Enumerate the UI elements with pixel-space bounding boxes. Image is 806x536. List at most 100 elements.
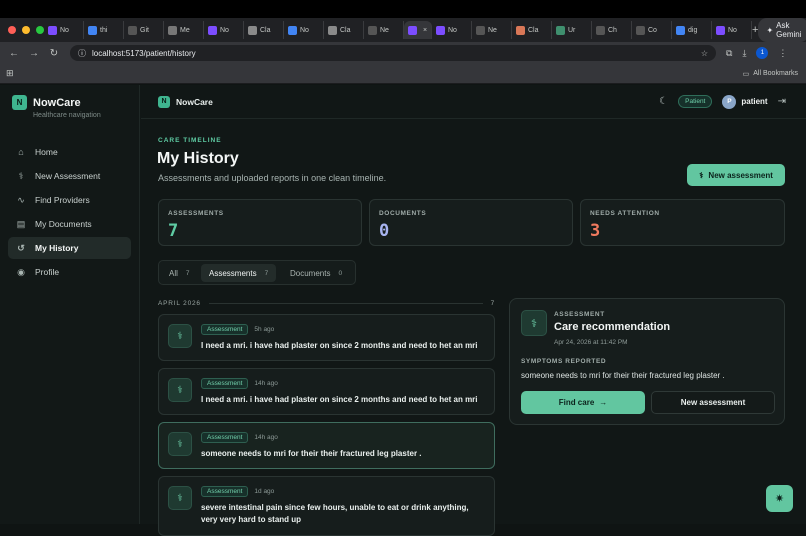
app-header: N NowCare ☾ Patient P patient ⇥ [141, 85, 806, 119]
filter-documents[interactable]: Documents 0 [282, 264, 350, 282]
chatgpt-favicon [368, 25, 377, 35]
close-window-dot[interactable] [8, 26, 16, 34]
sidebar-item-label: Profile [35, 267, 60, 277]
browser-tab[interactable]: Ne [472, 21, 512, 39]
browser-tab[interactable]: No [284, 21, 324, 39]
close-tab-icon[interactable]: × [423, 27, 427, 34]
sidebar-brand[interactable]: N NowCare [12, 95, 81, 110]
site-info-icon[interactable]: ⓘ [78, 48, 86, 59]
browser-tab[interactable]: Ch [592, 21, 632, 39]
browser-tab[interactable]: No [432, 21, 472, 39]
sidebar-item-profile[interactable]: ◉ Profile [8, 261, 131, 283]
entry-text: severe intestinal pain since few hours, … [201, 503, 469, 524]
help-favicon [168, 25, 177, 35]
tab-label: No [728, 26, 737, 34]
username: patient [741, 97, 768, 106]
browser-tab-active[interactable]: × [404, 21, 432, 39]
entry-type-badge: Assessment [201, 486, 249, 497]
claude-favicon [328, 25, 337, 35]
apps-grid-icon[interactable]: ⊞ [6, 68, 14, 79]
logout-icon[interactable]: ⇥ [778, 96, 786, 107]
system-top-bar [0, 0, 806, 18]
nowcare-favicon [436, 25, 445, 35]
folder-icon: ▭ [742, 70, 750, 78]
header-brand-name: NowCare [176, 96, 213, 107]
browser-profile-avatar[interactable]: 1 [756, 47, 769, 59]
history-icon: ↺ [17, 243, 25, 253]
timeline-entry[interactable]: ⚕ Assessment 5h ago I need a mri. i have ha… [158, 314, 495, 361]
all-bookmarks-label: All Bookmarks [753, 70, 798, 77]
filter-assessments[interactable]: Assessments 7 [201, 264, 277, 282]
minimize-window-dot[interactable] [22, 26, 30, 34]
maximize-window-dot[interactable] [36, 26, 44, 34]
sidebar-item-my-documents[interactable]: ▤ My Documents [8, 213, 131, 235]
browser-tab[interactable]: dig [672, 21, 712, 39]
filter-all[interactable]: All 7 [161, 264, 198, 282]
assistant-fab[interactable]: ✷ [766, 485, 793, 512]
bookmark-star-icon[interactable]: ☆ [701, 49, 708, 58]
stat-card-needs-attention: NEEDS ATTENTION 3 [580, 199, 785, 246]
nowcare-favicon [716, 25, 725, 35]
stethoscope-icon: ⚕ [168, 486, 192, 510]
entry-meta: Assessment 14h ago [201, 378, 278, 389]
user-menu[interactable]: P patient [722, 94, 768, 109]
tab-label: No [300, 26, 309, 34]
timeline-entry[interactable]: ⚕ Assessment 14h ago someone needs to mri f… [158, 422, 495, 469]
browser-tab[interactable]: No [712, 21, 752, 39]
month-label: APRIL 2026 [158, 299, 201, 307]
sidebar-item-label: Find Providers [35, 195, 90, 205]
ask-gemini-button[interactable]: ✦ Ask Gemini [758, 18, 806, 42]
filter-count: 0 [338, 269, 343, 277]
header-actions: ☾ Patient P patient ⇥ [659, 94, 786, 109]
menu-icon[interactable]: ⋮ [778, 48, 787, 59]
browser-tab[interactable]: No [204, 21, 244, 39]
stat-value: 7 [168, 221, 179, 241]
all-bookmarks-button[interactable]: ▭ All Bookmarks [743, 70, 798, 78]
sidebar-item-find-providers[interactable]: ∿ Find Providers [8, 189, 131, 211]
find-care-button[interactable]: Find care → [521, 391, 645, 414]
sidebar-item-new-assessment[interactable]: ⚕ New Assessment [8, 165, 131, 187]
tab-label: No [448, 26, 457, 34]
page-eyebrow: CARE TIMELINE [158, 137, 222, 144]
nowcare-logo: N [12, 95, 27, 110]
browser-tab[interactable]: Git [124, 21, 164, 39]
entry-time: 5h ago [254, 326, 275, 333]
browser-tab[interactable]: Cla [244, 21, 284, 39]
browser-tab[interactable]: Cla [512, 21, 552, 39]
download-icon[interactable]: ⤓ [742, 48, 746, 59]
tab-label: Cla [528, 26, 539, 34]
browser-tab[interactable]: thi [84, 21, 124, 39]
browser-tab[interactable]: No [44, 21, 84, 39]
timeline-entry[interactable]: ⚕ Assessment 14h ago I need a mri. i have h… [158, 368, 495, 415]
browser-tab[interactable]: Ur [552, 21, 592, 39]
tab-strip: No thi Git Me No Cla No Cla Ne × No Ne Cla Ur Ch Co dig N… [0, 18, 806, 42]
new-assessment-button[interactable]: ⚕ New assessment [687, 164, 785, 186]
sidebar-item-my-history[interactable]: ↺ My History [8, 237, 131, 259]
browser-tab[interactable]: Ne [364, 21, 404, 39]
chatgpt-favicon [476, 25, 485, 35]
detail-new-assessment-button[interactable]: New assessment [651, 391, 775, 414]
sidebar-item-home[interactable]: ⌂ Home [8, 141, 131, 163]
timeline-entry[interactable]: ⚕ Assessment 1d ago severe intestinal pain … [158, 476, 495, 536]
url-text: localhost:5173/patient/history [92, 48, 196, 58]
theme-toggle-moon-icon[interactable]: ☾ [659, 96, 668, 107]
entry-type-badge: Assessment [201, 432, 249, 443]
forward-icon[interactable]: → [24, 48, 44, 59]
browser-tab[interactable]: Me [164, 21, 204, 39]
reload-icon[interactable]: ↻ [44, 48, 64, 59]
filter-label: Assessments [209, 268, 257, 278]
back-icon[interactable]: ← [4, 48, 24, 59]
entry-text: someone needs to mri for their their fra… [201, 449, 422, 458]
stethoscope-icon: ⚕ [18, 171, 24, 181]
document-icon: ▤ [16, 219, 26, 229]
detail-panel: ⚕ ASSESSMENT Care recommendation Apr 24,… [509, 298, 785, 425]
nowcare-favicon [48, 25, 57, 35]
tab-label: Ur [568, 26, 576, 34]
header-brand[interactable]: N NowCare [158, 95, 213, 108]
tab-label: Ne [488, 26, 497, 34]
extensions-icon[interactable]: ⧉ [726, 48, 732, 59]
entry-time: 1d ago [254, 488, 275, 495]
browser-tab[interactable]: Cla [324, 21, 364, 39]
url-bar[interactable]: ⓘ localhost:5173/patient/history ☆ [70, 45, 716, 61]
browser-tab[interactable]: Co [632, 21, 672, 39]
